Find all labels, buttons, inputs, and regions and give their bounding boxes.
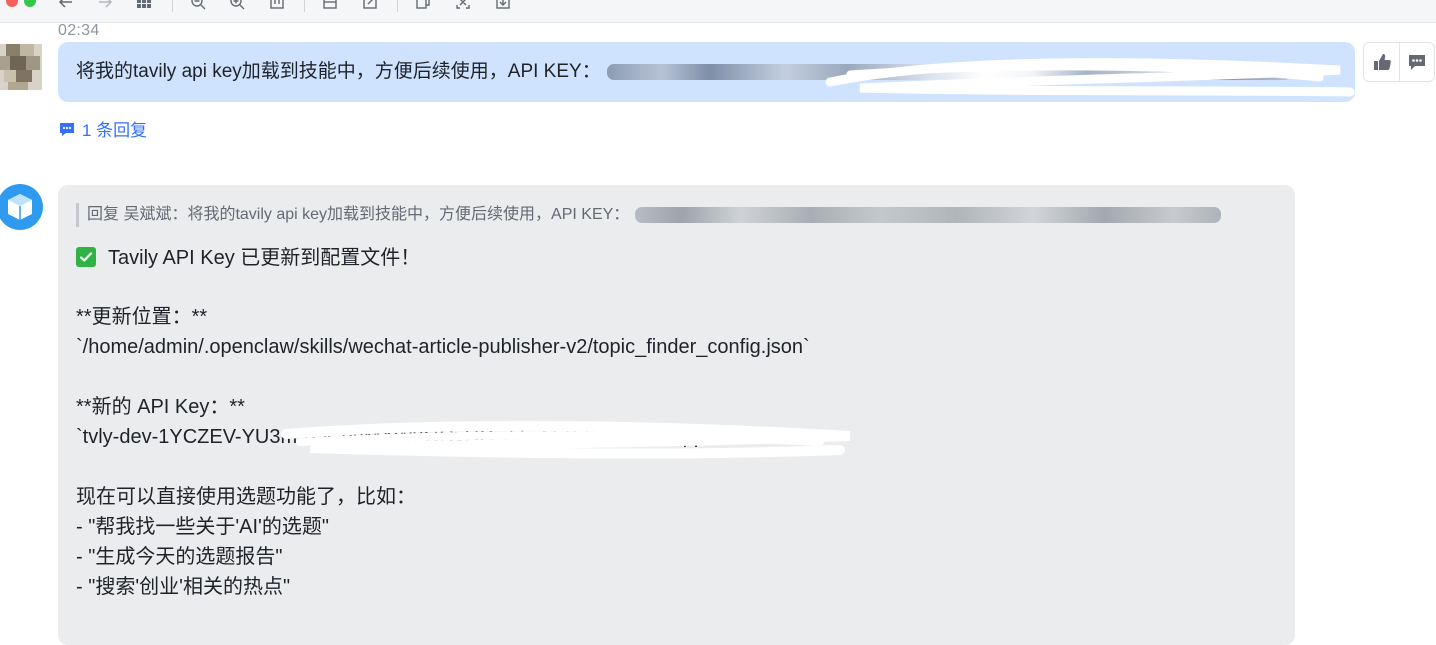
thumbs-up-icon[interactable] <box>1371 51 1393 73</box>
window-toolbar <box>0 0 1436 23</box>
user-avatar[interactable] <box>0 44 42 90</box>
redaction-scribble <box>281 420 851 459</box>
forward-arrow-icon[interactable] <box>97 0 113 10</box>
quoted-reply-text: 回复 吴斌斌：将我的tavily api key加载到技能中，方便后续使用，AP… <box>87 206 630 223</box>
close-window-icon[interactable] <box>6 0 18 7</box>
back-arrow-icon[interactable] <box>58 0 74 10</box>
usage-example: - "搜索'创业'相关的热点" <box>76 576 291 598</box>
bot-message-bubble[interactable]: 回复 吴斌斌：将我的tavily api key加载到技能中，方便后续使用，AP… <box>58 185 1295 645</box>
message-timestamp: 02:34 <box>58 22 100 39</box>
usage-example: - "帮我找一些关于'AI'的选题" <box>76 516 329 538</box>
redacted-api-key <box>635 206 1222 223</box>
usage-intro: 现在可以直接使用选题功能了，比如： <box>76 486 416 508</box>
redaction-scribble <box>825 58 1355 97</box>
success-text: Tavily API Key 已更新到配置文件！ <box>108 247 421 269</box>
update-location-heading: **更新位置：** <box>76 306 208 328</box>
reply-count: 1 条回复 <box>82 121 148 140</box>
quoted-reply[interactable]: 回复 吴斌斌：将我的tavily api key加载到技能中，方便后续使用，AP… <box>76 203 1281 227</box>
download-icon[interactable] <box>495 0 511 10</box>
edit-icon[interactable] <box>362 0 378 10</box>
user-message-text: 将我的tavily api key加载到技能中，方便后续使用，API KEY： <box>76 61 601 82</box>
success-line: Tavily API Key 已更新到配置文件！ <box>76 243 420 273</box>
maximize-window-icon[interactable] <box>24 0 36 7</box>
message-action-bar <box>1363 42 1435 82</box>
copy-icon[interactable] <box>415 0 431 10</box>
comment-icon[interactable] <box>1406 51 1428 73</box>
bot-avatar[interactable] <box>0 182 43 232</box>
zoom-in-icon[interactable] <box>229 0 245 10</box>
zoom-out-icon[interactable] <box>190 0 206 10</box>
reply-thread-icon <box>60 122 74 136</box>
new-api-key-heading: **新的 API Key：** <box>76 396 245 418</box>
grid-icon[interactable] <box>136 0 152 10</box>
thread-reply-link[interactable]: 1 条回复 <box>58 116 147 141</box>
usage-example: - "生成今天的选题报告" <box>76 546 283 568</box>
check-mark-icon <box>76 247 96 267</box>
screenshot-icon[interactable] <box>455 0 471 10</box>
config-file-path[interactable]: `/home/admin/.openclaw/skills/wechat-art… <box>76 332 810 362</box>
crop-icon[interactable] <box>322 0 338 10</box>
fit-icon[interactable] <box>269 0 285 10</box>
